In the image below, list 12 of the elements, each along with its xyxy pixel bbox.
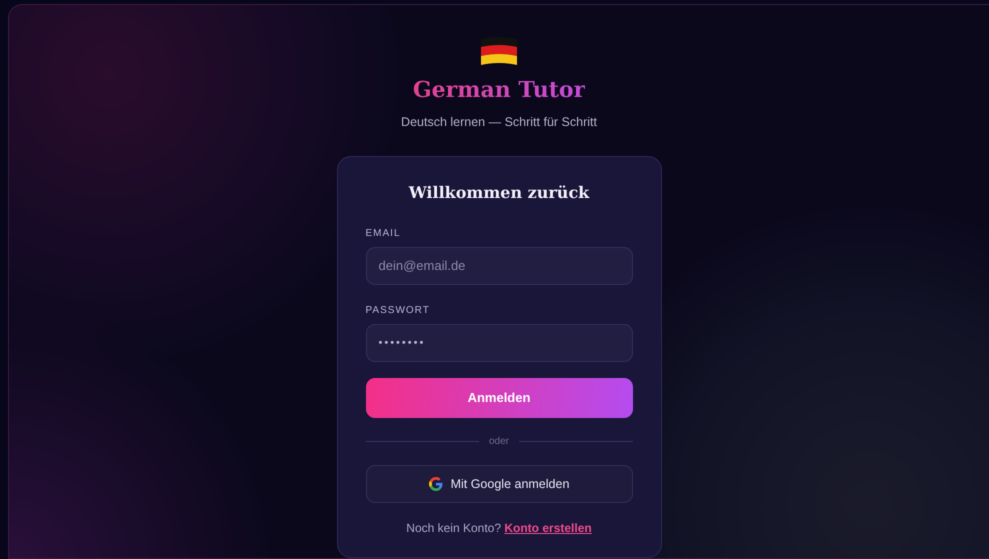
google-icon: [428, 476, 443, 491]
field-label: PASSWORT: [366, 304, 430, 318]
divider-label: oder: [489, 434, 510, 449]
card-heading: Willkommen zurück: [408, 182, 590, 202]
field-label: EMAIL: [366, 226, 401, 241]
signup-link[interactable]: Konto erstellen: [504, 520, 592, 535]
signup-prompt: Noch kein Konto?: [406, 520, 502, 535]
email-field[interactable]: dein@email.de: [366, 246, 632, 285]
tagline: Deutsch lernen — Schritt für Schritt: [400, 114, 598, 131]
password-field[interactable]: ••••••••: [366, 324, 632, 362]
google-login-button[interactable]: Mit Google anmelden: [366, 464, 632, 503]
login-button[interactable]: Anmelden: [366, 378, 632, 418]
